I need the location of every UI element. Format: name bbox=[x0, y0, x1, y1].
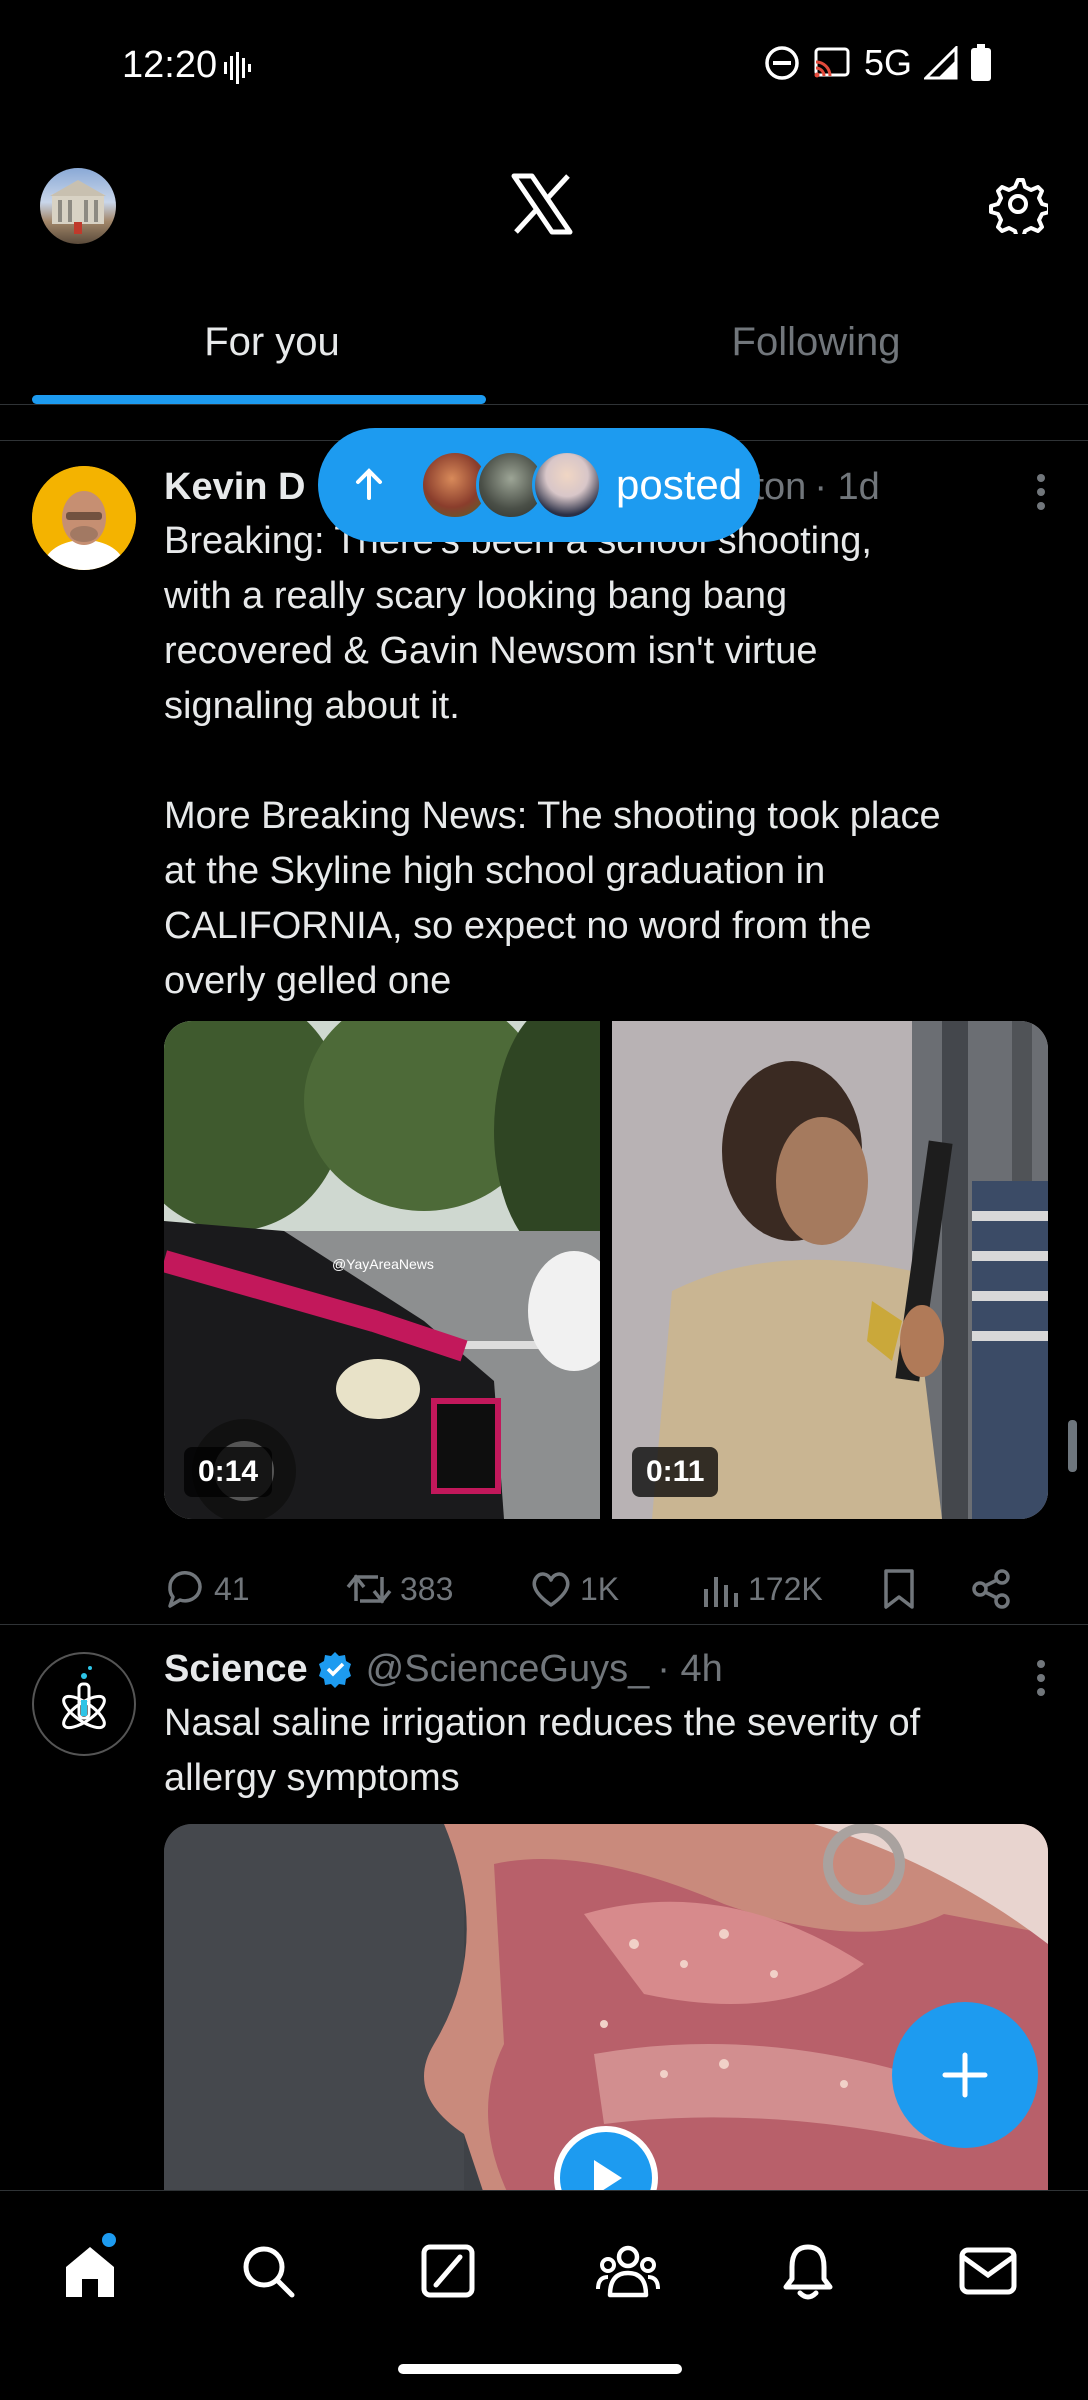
search-icon bbox=[243, 2246, 295, 2298]
tab-for-you-label: For you bbox=[204, 320, 340, 364]
like-count: 1K bbox=[580, 1570, 620, 1607]
status-bar: 12:20 5G bbox=[0, 0, 1088, 136]
video-thumbnail-image-officer bbox=[612, 1021, 1048, 1519]
more-options-icon[interactable] bbox=[1034, 472, 1048, 512]
do-not-disturb-icon bbox=[765, 46, 799, 80]
post-kevin[interactable]: Kevin D ton · 1d Breaking: There's been … bbox=[0, 460, 1088, 1622]
views-chart-icon bbox=[704, 1577, 738, 1607]
new-posts-pill[interactable]: posted bbox=[318, 428, 760, 542]
reply-count: 41 bbox=[214, 1570, 250, 1607]
notification-dot bbox=[102, 2233, 116, 2247]
settings-gear-icon[interactable] bbox=[988, 174, 1048, 234]
post-header: Science @ScienceGuys_ · 4h bbox=[164, 1642, 1050, 1696]
plus-icon bbox=[942, 2052, 988, 2098]
tab-following-label: Following bbox=[731, 320, 901, 364]
nav-notifications[interactable] bbox=[768, 2231, 848, 2311]
post-author-avatar[interactable] bbox=[32, 1652, 136, 1756]
author-handle[interactable]: @ScienceGuys_ bbox=[366, 1642, 650, 1696]
share-icon bbox=[972, 1569, 1010, 1609]
communities-icon bbox=[596, 2245, 660, 2298]
repost-icon bbox=[346, 1574, 392, 1604]
new-posts-label: posted bbox=[616, 461, 743, 508]
post-text: Breaking: There's been a school shooting… bbox=[164, 514, 1050, 1009]
x-logo-icon[interactable] bbox=[510, 172, 574, 236]
video-duration: 0:14 bbox=[184, 1447, 273, 1497]
author-photo bbox=[32, 466, 136, 570]
bookmark-icon bbox=[884, 1569, 914, 1609]
grok-icon bbox=[421, 2244, 475, 2298]
home-icon bbox=[66, 2247, 114, 2297]
app-header bbox=[0, 150, 1088, 270]
post-media-grid: @YayAreaNews 0:14 0:11 bbox=[164, 1021, 1048, 1519]
verified-badge-icon bbox=[318, 1652, 351, 1688]
video-thumbnail[interactable]: 0:11 bbox=[612, 1021, 1048, 1519]
author-handle[interactable]: ton bbox=[753, 460, 806, 514]
arrow-up-icon bbox=[356, 468, 382, 500]
status-time: 12:20 bbox=[122, 44, 218, 86]
status-icons: 5G bbox=[764, 42, 992, 84]
tab-for-you[interactable]: For you bbox=[0, 290, 544, 404]
repost-count: 383 bbox=[400, 1570, 454, 1607]
post-divider bbox=[0, 1624, 1088, 1625]
science-logo bbox=[62, 1666, 106, 1730]
reply-icon bbox=[168, 1571, 202, 1608]
video-thumbnail[interactable]: @YayAreaNews 0:14 bbox=[164, 1021, 600, 1519]
cast-icon bbox=[814, 47, 850, 78]
more-options-icon[interactable] bbox=[1034, 1658, 1048, 1698]
network-label: 5G bbox=[863, 42, 912, 83]
view-count: 172K bbox=[748, 1570, 823, 1607]
gesture-home-bar[interactable] bbox=[398, 2364, 682, 2374]
post-time: · 1d bbox=[814, 466, 880, 508]
mail-icon bbox=[959, 2247, 1017, 2295]
tab-active-indicator bbox=[32, 395, 486, 404]
nav-grok[interactable] bbox=[408, 2231, 488, 2311]
bookmark-button[interactable] bbox=[882, 1568, 972, 1610]
post-text: Nasal saline irrigation reduces the seve… bbox=[164, 1702, 921, 1799]
like-button[interactable]: 1K bbox=[530, 1570, 702, 1608]
profile-avatar[interactable] bbox=[40, 168, 116, 244]
video-duration: 0:11 bbox=[632, 1447, 719, 1497]
views-button[interactable]: 172K bbox=[702, 1571, 882, 1608]
share-button[interactable] bbox=[972, 1569, 1012, 1609]
signal-icon bbox=[924, 46, 958, 80]
battery-icon bbox=[971, 44, 991, 81]
profile-avatar-image bbox=[50, 180, 106, 234]
heart-icon bbox=[532, 1572, 570, 1607]
compose-post-button[interactable] bbox=[892, 2002, 1038, 2148]
repost-button[interactable]: 383 bbox=[346, 1569, 530, 1609]
author-name[interactable]: Science bbox=[164, 1642, 308, 1696]
nav-communities[interactable] bbox=[588, 2231, 668, 2311]
audio-wave-icon bbox=[224, 52, 251, 84]
bell-icon bbox=[783, 2244, 833, 2300]
post-time: · 4h bbox=[657, 1648, 723, 1690]
nav-home[interactable] bbox=[50, 2231, 130, 2311]
poster-avatar bbox=[532, 450, 602, 520]
timeline-tabs: For you Following bbox=[0, 290, 1088, 405]
video-watermark: @YayAreaNews bbox=[332, 1256, 434, 1272]
author-name[interactable]: Kevin D bbox=[164, 460, 305, 514]
nav-messages[interactable] bbox=[948, 2231, 1028, 2311]
reply-button[interactable]: 41 bbox=[164, 1569, 346, 1609]
post-author-avatar[interactable] bbox=[32, 466, 136, 570]
post-actions: 41 383 1K 172K bbox=[164, 1559, 1050, 1619]
tab-following[interactable]: Following bbox=[544, 290, 1088, 404]
scrollbar-thumb[interactable] bbox=[1068, 1420, 1077, 1472]
post-text-rest: with a really scary looking bang bang re… bbox=[164, 575, 941, 1002]
nav-search[interactable] bbox=[228, 2231, 308, 2311]
video-thumbnail-image-car: @YayAreaNews bbox=[164, 1021, 600, 1519]
